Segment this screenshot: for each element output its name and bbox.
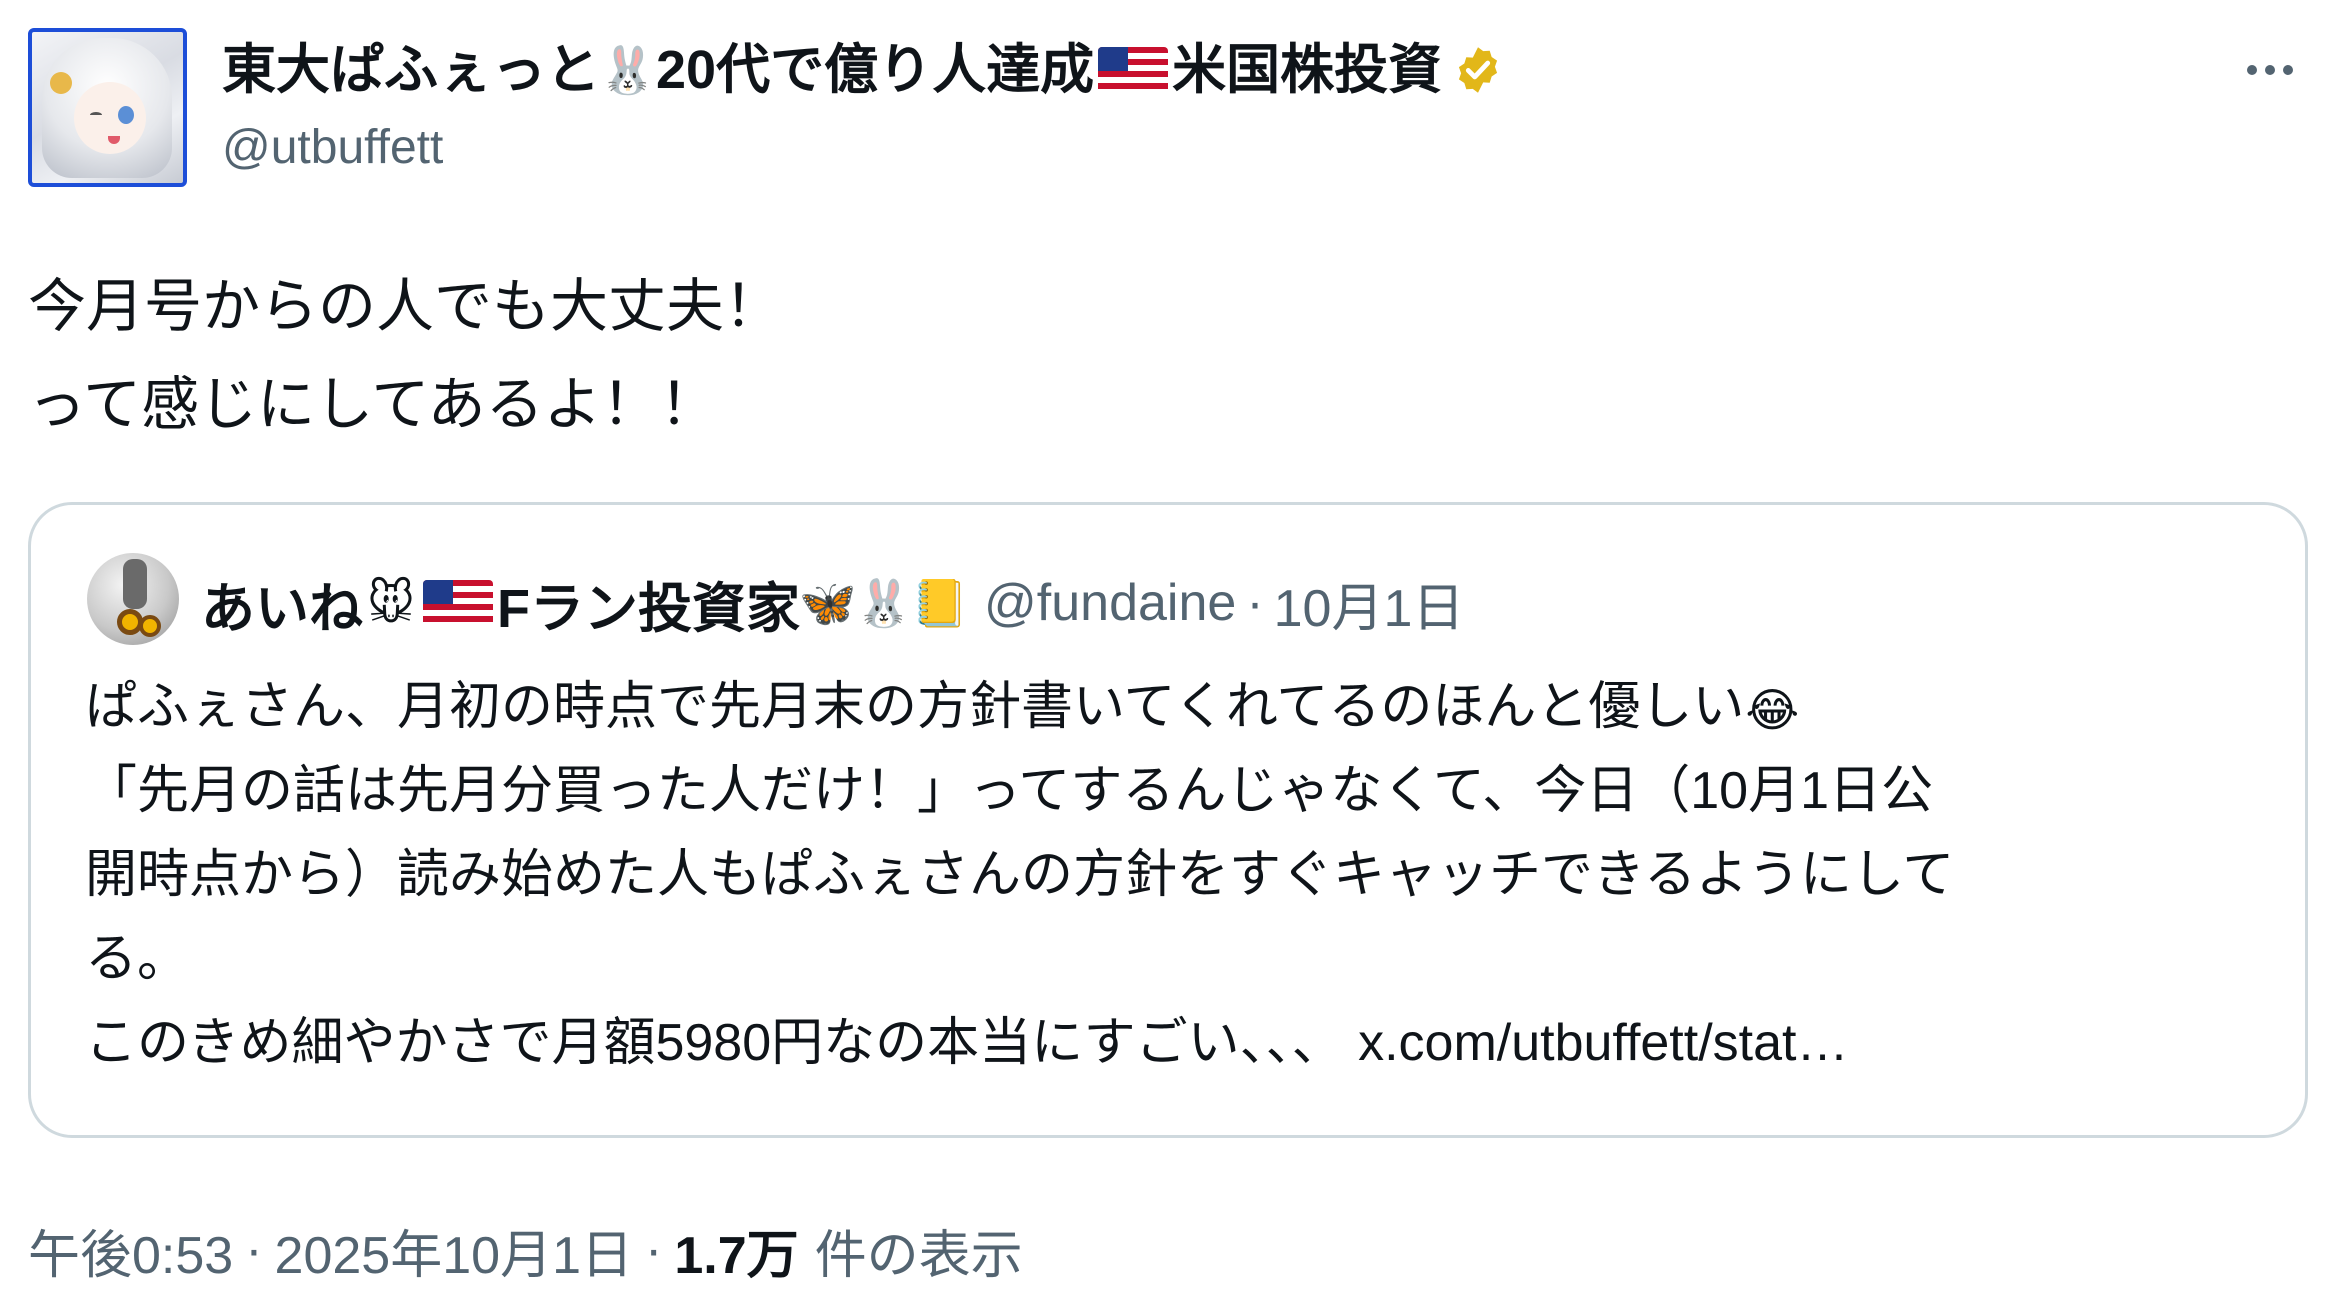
tweet-text: 今月号からの人でも大丈夫！ って感じにしてあるよ！！: [28, 258, 782, 454]
quote-line-1: ぱふぇさん、月初の時点で先月末の方針書いてくれてるのほんと優しい😂: [85, 665, 2285, 749]
butterfly-icon: 🦋: [799, 576, 857, 630]
author-display-name[interactable]: 東大ぱふぇっと 🐰 20代で億り人達成 米国株投資: [222, 38, 1504, 102]
us-flag-icon: [1098, 47, 1169, 93]
meta-separator: ·: [245, 1221, 263, 1279]
tweet-line-1: 今月号からの人でも大丈夫！: [28, 274, 783, 339]
quote-text: ぱふぇさん、月初の時点で先月末の方針書いてくれてるのほんと優しい😂 「先月の話は…: [85, 665, 2285, 1085]
more-dot-icon: [2265, 65, 2275, 75]
quote-author-name-part-2[interactable]: Fラン投資家: [497, 564, 800, 643]
tweet-meta: 午後0:53 · 2025年10月1日 · 1.7万 件の表示: [28, 1210, 1023, 1290]
mouse-icon: 🐭: [367, 576, 415, 630]
quote-author-handle[interactable]: @fundaine: [984, 573, 1236, 633]
author-name-part-1: 東大ぱふぇっと: [222, 40, 600, 100]
quote-line-2: 「先月の話は先月分買った人だけ！」ってするんじゃなくて、今日（10月1日公: [85, 762, 1934, 820]
author-name-part-3: 米国株投資: [1172, 40, 1443, 100]
more-options-button[interactable]: [2230, 40, 2310, 100]
notebook-icon: 📒: [911, 576, 969, 630]
quote-separator: ·: [1246, 574, 1264, 632]
author-avatar[interactable]: [28, 28, 187, 187]
quote-line-5-text: このきめ細やかさで月額5980円なの本当にすごい、、、: [85, 1014, 1359, 1072]
rabbit-icon: 🐰: [599, 44, 657, 96]
views-label: 件の表示: [814, 1226, 1023, 1285]
rabbit-icon: 🐰: [855, 576, 913, 630]
quote-author-avatar[interactable]: [87, 553, 179, 645]
tweet-line-2: って感じにしてあるよ！！: [28, 372, 718, 437]
quote-line-1-text: ぱふぇさん、月初の時点で先月末の方針書いてくれてるのほんと優しい: [85, 678, 1745, 736]
quote-line-5: このきめ細やかさで月額5980円なの本当にすごい、、、 x.com/utbuff…: [85, 1001, 2285, 1085]
tweet-date[interactable]: 2025年10月1日: [275, 1213, 633, 1288]
author-name-part-2: 20代で億り人達成: [656, 40, 1095, 100]
quote-date[interactable]: 10月1日: [1274, 566, 1465, 641]
quote-line-4: る。: [85, 930, 190, 988]
tweet-time[interactable]: 午後0:53: [28, 1213, 233, 1288]
tweet: 東大ぱふぇっと 🐰 20代で億り人達成 米国株投資 @utbuffett 今月号…: [0, 0, 2336, 1313]
more-dot-icon: [2283, 65, 2293, 75]
quote-link[interactable]: x.com/utbuffett/stat…: [1358, 1014, 1848, 1072]
us-flag-icon: [423, 580, 493, 626]
quote-line-3: 開時点から）読み始めた人もぱふぇさんの方針をすぐキャッチできるようにして: [85, 846, 1955, 904]
author-handle[interactable]: @utbuffett: [222, 118, 443, 178]
meta-separator: ·: [645, 1221, 663, 1279]
views-count: 1.7万: [674, 1226, 799, 1285]
more-dot-icon: [2247, 65, 2257, 75]
quote-header: あいね 🐭 Fラン投資家 🦋 🐰 📒 @fundaine · 10月1日: [201, 563, 1464, 643]
quoted-tweet-card[interactable]: あいね 🐭 Fラン投資家 🦋 🐰 📒 @fundaine · 10月1日 ぱふぇ…: [28, 502, 2308, 1138]
quote-author-name-part-1[interactable]: あいね: [201, 564, 363, 643]
verified-badge-icon[interactable]: [1452, 44, 1504, 96]
tears-of-joy-icon: 😂: [1745, 684, 1800, 737]
